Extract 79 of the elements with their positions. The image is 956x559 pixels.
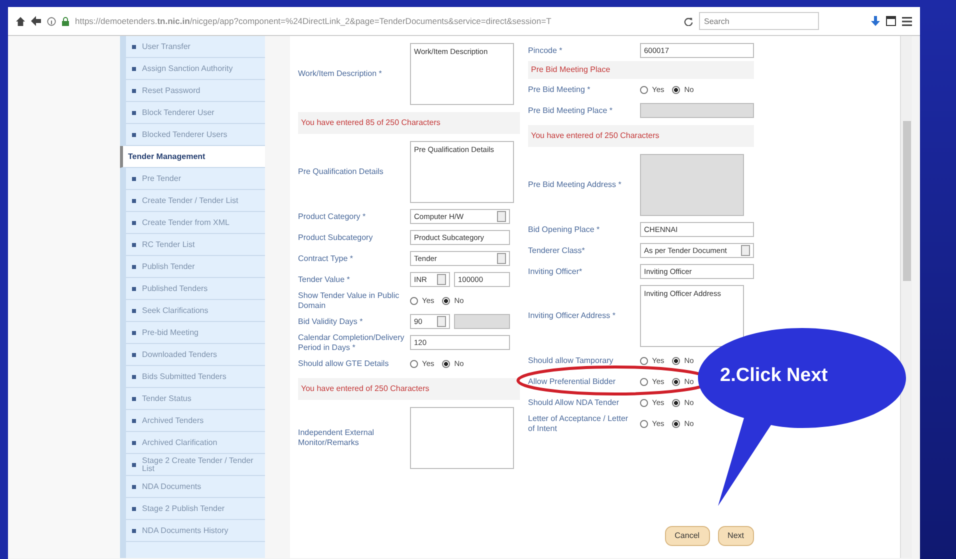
character-counter: You have entered of 250 Characters xyxy=(528,125,754,147)
bullet-icon xyxy=(132,330,136,334)
disabled-field xyxy=(454,314,510,329)
field-label: Contract Type * xyxy=(298,254,354,264)
radio-button[interactable] xyxy=(672,398,680,406)
radio-button[interactable] xyxy=(672,86,680,94)
field-label: Pre Bid Meeting Place * xyxy=(528,106,614,116)
bullet-icon xyxy=(132,44,136,48)
bullet-icon xyxy=(132,484,136,488)
bullet-icon xyxy=(132,462,136,466)
menu-icon[interactable] xyxy=(902,16,912,26)
scrollbar[interactable] xyxy=(900,36,912,558)
radio-button[interactable] xyxy=(672,356,680,364)
bullet-icon xyxy=(132,286,136,290)
radio-button[interactable] xyxy=(410,296,418,304)
field-label: Product Category * xyxy=(298,212,367,222)
radio-button[interactable] xyxy=(640,378,648,386)
bullet-icon xyxy=(132,198,136,202)
bullet-icon xyxy=(132,418,136,422)
character-counter: You have entered 85 of 250 Characters xyxy=(298,112,520,134)
field-label: Pre Bid Meeting * xyxy=(528,84,592,94)
field-label: Bid Validity Days * xyxy=(298,316,364,326)
callout-text: 2.Click Next xyxy=(720,366,828,385)
bullet-icon xyxy=(132,264,136,268)
field-label: Work/Item Description * xyxy=(298,69,383,79)
radio-button[interactable] xyxy=(640,420,648,428)
download-icon[interactable] xyxy=(871,16,880,26)
field-label: Pincode * xyxy=(528,46,564,56)
bullet-icon xyxy=(132,352,136,356)
field-label: Pre Qualification Details xyxy=(298,167,384,177)
radio-button[interactable] xyxy=(442,360,450,368)
bullet-icon xyxy=(132,176,136,180)
field-label: Tender Value * xyxy=(298,274,351,284)
bullet-icon xyxy=(132,88,136,92)
radio-button[interactable] xyxy=(442,296,450,304)
field-label: Calendar Completion/Delivery Period in Days * xyxy=(298,332,406,352)
radio-button[interactable] xyxy=(672,420,680,428)
radio-button[interactable] xyxy=(410,360,418,368)
reload-icon[interactable] xyxy=(684,16,693,26)
field-label: Independent External Monitor/Remarks xyxy=(298,428,376,448)
address-bar-url[interactable]: https://demoetenders.tn.nic.in/nicgep/app?component=%24DirectLink_2&page=TenderDocuments&service=direct&session=T xyxy=(75,14,678,28)
field-label: Should allow GTE Details xyxy=(298,358,390,368)
lock-icon xyxy=(62,16,69,26)
field-label: Bid Opening Place * xyxy=(528,224,601,234)
search-field[interactable]: Search xyxy=(699,12,819,30)
bullet-icon xyxy=(132,66,136,70)
field-label: Tenderer Class* xyxy=(528,246,586,256)
info-icon[interactable] xyxy=(47,16,56,26)
radio-button[interactable] xyxy=(672,378,680,386)
field-label: Inviting Officer Address * xyxy=(528,311,616,321)
radio-button[interactable] xyxy=(640,86,648,94)
bullet-icon xyxy=(132,220,136,224)
bullet-icon xyxy=(132,110,136,114)
bullet-icon xyxy=(132,374,136,378)
home-icon[interactable] xyxy=(16,16,25,26)
window-icon[interactable] xyxy=(886,16,896,26)
sidebar-heading[interactable]: Tender Management xyxy=(120,146,265,168)
bullet-icon xyxy=(132,506,136,510)
field-label: Allow Preferential Bidder xyxy=(528,376,617,386)
section-heading: Pre Bid Meeting Place xyxy=(528,61,754,79)
field-label: Letter of Acceptance / Letter of Intent xyxy=(528,414,630,434)
radio-button[interactable] xyxy=(640,356,648,364)
next-button[interactable]: Next xyxy=(718,526,754,546)
bullet-icon xyxy=(132,440,136,444)
field-label: Pre Bid Meeting Address * xyxy=(528,180,622,190)
field-label: Should allow Tamporary xyxy=(528,356,614,366)
bullet-icon xyxy=(132,308,136,312)
field-label: Show Tender Value in Public Domain xyxy=(298,290,400,310)
field-label: Product Subcategory xyxy=(298,232,374,242)
field-label: Inviting Officer* xyxy=(528,266,584,276)
cancel-button[interactable]: Cancel xyxy=(664,526,710,546)
character-counter: You have entered of 250 Characters xyxy=(298,378,520,400)
bullet-icon xyxy=(132,242,136,246)
radio-button[interactable] xyxy=(640,398,648,406)
bullet-icon xyxy=(132,132,136,136)
back-arrow-icon[interactable] xyxy=(31,16,41,26)
bullet-icon xyxy=(132,528,136,532)
field-label: Should Allow NDA Tender xyxy=(528,398,620,408)
bullet-icon xyxy=(132,396,136,400)
